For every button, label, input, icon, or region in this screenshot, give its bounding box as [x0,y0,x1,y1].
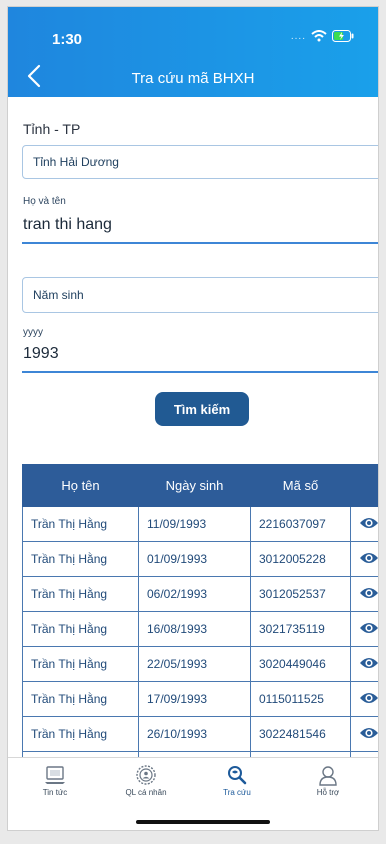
cell-dob: 01/09/1993 [138,541,251,577]
status-icons: .... [291,30,354,42]
column-header-name: Họ tên [22,464,139,507]
eye-icon [360,727,378,738]
column-header-code: Mã số [250,464,351,507]
table-row: Trần Thị Hằng 22/05/1993 3020449046 [22,646,378,682]
cell-name: Trần Thị Hằng [22,541,139,577]
signal-dots: .... [290,30,306,42]
table-header-row: Họ tên Ngày sinh Mã số [22,464,378,507]
home-indicator [136,820,270,824]
wifi-icon [311,30,327,42]
results-body: Trần Thị Hằng 11/09/1993 2216037097 Trần Th… [22,506,378,757]
cell-name: Trần Thị Hằng [22,576,139,612]
birth-year-field[interactable]: Năm sinh [22,277,378,313]
bottom-tab-bar: Tin tức QL cá nhân Tra cứu Hỗ trợ [8,757,378,830]
cell-code: 3020449046 [250,646,351,682]
tab-news-label: Tin tức [42,788,68,797]
view-detail-button[interactable] [350,716,378,752]
tab-lookup[interactable]: Tra cứu [192,764,282,797]
page-title: Tra cứu mã BHXH [131,70,255,87]
table-row: Trần Thị Hằng 26/10/1993 3022481546 [22,716,378,752]
birth-year-underline [22,371,378,373]
cell-name: Trần Thị Hằng [22,681,139,717]
results-table: Họ tên Ngày sinh Mã số Trần Thị Hằng 11/0… [22,464,378,757]
birth-year-caption: yyyy [23,327,43,338]
table-row: Trần Thị Hằng 17/09/1993 0115011525 [22,681,378,717]
eye-icon [360,692,378,703]
cell-dob: 17/09/1993 [138,681,251,717]
cell-code: 2216037097 [250,506,351,542]
personal-icon [136,765,156,785]
province-select[interactable]: Tỉnh Hải Dương [22,145,378,179]
cell-code: 3012005228 [250,541,351,577]
cell-name: Trần Thị Hằng [22,611,139,647]
view-detail-button[interactable] [350,506,378,542]
table-row: Trần Thị Hằng 06/02/1993 3012052537 [22,576,378,612]
news-icon [45,766,65,784]
tab-support-label: Hỗ trợ [316,788,340,797]
eye-icon [360,552,378,563]
tab-support[interactable]: Hỗ trợ [283,764,373,797]
name-underline [22,242,378,244]
header-bar: 1:30 .... Tra cứu mã BHXH [8,7,378,97]
search-button[interactable]: Tìm kiếm [155,392,249,426]
column-header-dob: Ngày sinh [138,464,251,507]
phone-screen: 1:30 .... Tra cứu mã BHXH Tỉnh - TP Tỉnh… [8,7,378,830]
cell-name: Trần Thị Hằng [22,646,139,682]
lookup-icon [228,766,247,785]
eye-icon [360,622,378,633]
view-detail-button[interactable] [350,646,378,682]
tab-lookup-label: Tra cứu [223,788,251,797]
province-label: Tỉnh - TP [23,121,81,137]
eye-icon [360,587,378,598]
table-row: Trần Thị Hằng 11/09/1993 2216037097 [22,506,378,542]
view-detail-button[interactable] [350,576,378,612]
view-detail-button[interactable] [350,541,378,577]
cell-code: 3012052537 [250,576,351,612]
cell-dob: 11/09/1993 [138,506,251,542]
cell-code: 3021735119 [250,611,351,647]
tab-personal[interactable]: QL cá nhân [101,764,191,797]
cell-dob: 22/05/1993 [138,646,251,682]
support-icon [319,766,337,786]
view-detail-button[interactable] [350,681,378,717]
cell-name: Trần Thị Hằng [22,506,139,542]
cell-name: Trần Thị Hằng [22,716,139,752]
eye-icon [360,657,378,668]
name-input[interactable]: tran thi hang [23,216,112,234]
tab-news[interactable]: Tin tức [10,764,100,797]
eye-icon [360,517,378,528]
table-row: Trần Thị Hằng 16/08/1993 3021735119 [22,611,378,647]
column-header-action [350,464,378,507]
battery-charging-icon [332,30,354,42]
name-caption: Họ và tên [23,196,66,207]
status-time: 1:30 [52,31,83,48]
cell-dob: 06/02/1993 [138,576,251,612]
tab-personal-label: QL cá nhân [125,788,167,797]
birth-year-input[interactable]: 1993 [23,345,59,363]
cell-code: 3022481546 [250,716,351,752]
table-row: Trần Thị Hằng 01/09/1993 3012005228 [22,541,378,577]
cell-dob: 16/08/1993 [138,611,251,647]
cell-code: 0115011525 [250,681,351,717]
cell-dob: 26/10/1993 [138,716,251,752]
lookup-form: Tỉnh - TP Tỉnh Hải Dương Họ và tên tran … [8,97,378,757]
view-detail-button[interactable] [350,611,378,647]
